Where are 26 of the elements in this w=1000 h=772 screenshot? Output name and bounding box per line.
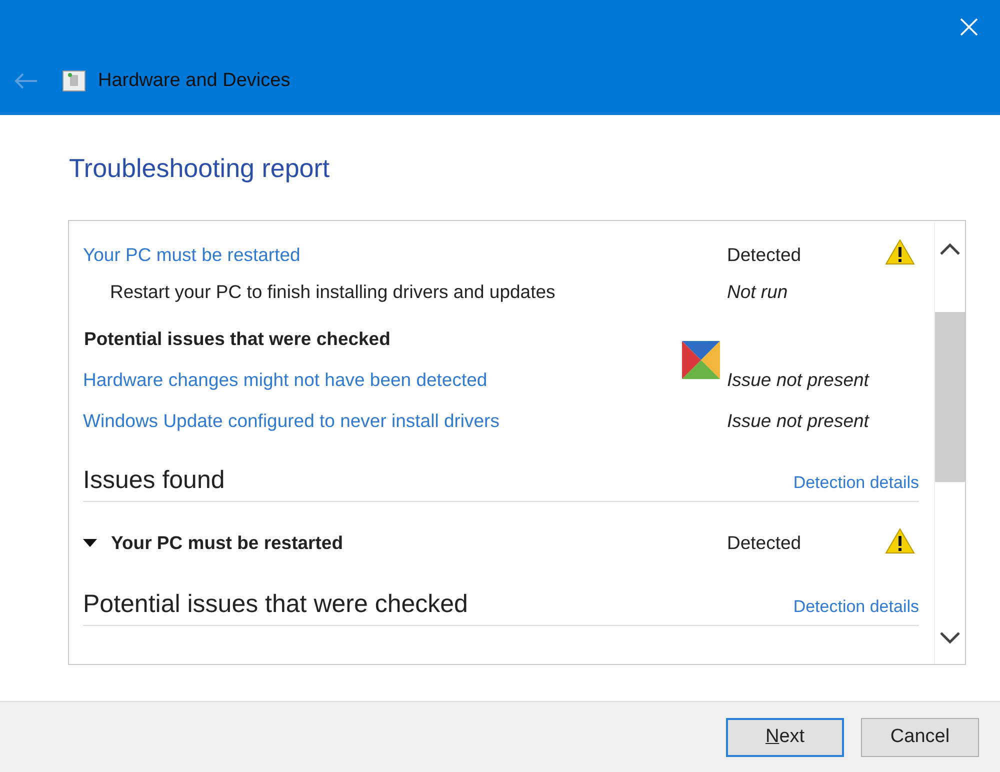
issue-link[interactable]: Your PC must be restarted bbox=[83, 244, 727, 266]
detection-details-link[interactable]: Detection details bbox=[793, 473, 919, 495]
status-text: Detected bbox=[727, 532, 802, 554]
window-title: Hardware and Devices bbox=[98, 70, 290, 92]
report-heading: Troubleshooting report bbox=[69, 153, 331, 185]
status-text: Issue not present bbox=[727, 410, 870, 432]
close-icon[interactable] bbox=[960, 18, 978, 36]
status-text: Not run bbox=[727, 281, 789, 303]
section-title: Potential issues that were checked bbox=[83, 590, 469, 619]
detection-details-link[interactable]: Detection details bbox=[793, 597, 919, 619]
caret-icon[interactable] bbox=[83, 539, 97, 547]
issue-title: Your PC must be restarted bbox=[111, 532, 343, 554]
section-title: Issues found bbox=[83, 466, 226, 495]
scroll-up-icon[interactable] bbox=[940, 243, 960, 255]
issue-link[interactable]: Windows Update configured to never install drivers bbox=[83, 410, 727, 432]
colored-square-icon bbox=[682, 341, 720, 379]
dialog-button[interactable]: Next bbox=[726, 718, 844, 756]
scroll-down-icon[interactable] bbox=[940, 632, 960, 644]
issue-description: Restart your PC to finish installing drivers and updates bbox=[110, 281, 556, 303]
dialog-button[interactable]: Cancel bbox=[861, 718, 979, 756]
scrollbar-thumb[interactable] bbox=[935, 312, 965, 482]
status-text: Detected bbox=[727, 244, 802, 266]
issue-link[interactable]: Hardware changes might not have been detected bbox=[83, 368, 727, 390]
section-label: Potential issues that were checked bbox=[84, 328, 390, 350]
status-text: Issue not present bbox=[727, 368, 870, 390]
app-icon bbox=[62, 70, 86, 92]
